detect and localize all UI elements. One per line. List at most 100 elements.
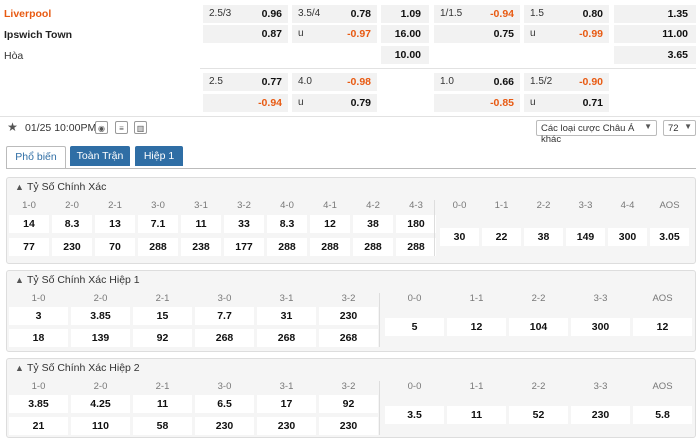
- draw-score-odds[interactable]: 22: [482, 228, 521, 246]
- home-score-odds[interactable]: 14: [9, 215, 49, 233]
- draw-score-odds[interactable]: 52: [509, 406, 568, 424]
- 1x2-draw-odds[interactable]: 10.00: [381, 46, 429, 64]
- ou2-h1-under-odds[interactable]: u 0.71: [524, 94, 609, 112]
- 1x2-home-odds[interactable]: 1.09: [381, 5, 429, 23]
- home-score-odds[interactable]: 4.25: [71, 395, 130, 413]
- home-score-odds[interactable]: 180: [396, 215, 436, 233]
- ou-under-odds[interactable]: u -0.97: [292, 25, 377, 43]
- draw-score-odds[interactable]: 230: [571, 406, 630, 424]
- home-score-odds[interactable]: 230: [319, 307, 378, 325]
- away-score-odds[interactable]: 230: [319, 417, 378, 435]
- draw-score-odds[interactable]: 3.5: [385, 406, 444, 424]
- draw-score-odds[interactable]: 300: [608, 228, 647, 246]
- away-score-odds[interactable]: 268: [319, 329, 378, 347]
- tab-full-match[interactable]: Toàn Trận: [70, 146, 130, 166]
- section-header[interactable]: ▲ Tỷ Số Chính Xác: [15, 181, 106, 193]
- draw-score-odds[interactable]: 300: [571, 318, 630, 336]
- away-score-odds[interactable]: 288: [267, 238, 307, 256]
- draw-score-odds[interactable]: 11: [447, 406, 506, 424]
- away-score-odds[interactable]: 58: [133, 417, 192, 435]
- away-score-odds[interactable]: 70: [95, 238, 135, 256]
- home-score-odds[interactable]: 8.3: [52, 215, 92, 233]
- home-score-odds[interactable]: 7.1: [138, 215, 178, 233]
- 1x2-h1-draw-odds[interactable]: 3.65: [614, 46, 696, 64]
- home-score-odds[interactable]: 13: [95, 215, 135, 233]
- away-score-odds[interactable]: 230: [195, 417, 254, 435]
- star-icon[interactable]: ★: [6, 121, 19, 134]
- away-team-name: Ipswich Town: [4, 29, 73, 41]
- ou2-over-odds[interactable]: 4.0 -0.98: [292, 73, 377, 91]
- away-score-odds[interactable]: 18: [9, 329, 68, 347]
- away-score-odds[interactable]: 92: [133, 329, 192, 347]
- hdp-h1-home-odds[interactable]: 1/1.5 -0.94: [434, 5, 520, 23]
- 1x2-h1-away-odds[interactable]: 11.00: [614, 25, 696, 43]
- home-score-odds[interactable]: 11: [133, 395, 192, 413]
- 1x2-h1-home-odds[interactable]: 1.35: [614, 5, 696, 23]
- hdp-away-odds[interactable]: 0.87: [203, 25, 288, 43]
- section-header[interactable]: ▲ Tỷ Số Chính Xác Hiệp 2: [15, 362, 140, 374]
- home-score-odds[interactable]: 15: [133, 307, 192, 325]
- away-score-odds[interactable]: 177: [224, 238, 264, 256]
- away-score-odds[interactable]: 288: [138, 238, 178, 256]
- tab-popular[interactable]: Phổ biến: [6, 146, 66, 169]
- away-score-odds[interactable]: 230: [52, 238, 92, 256]
- draw-score-odds[interactable]: 38: [524, 228, 563, 246]
- away-score-odds[interactable]: 77: [9, 238, 49, 256]
- away-score-odds[interactable]: 110: [71, 417, 130, 435]
- scoreboard-icon[interactable]: ≡: [115, 121, 128, 134]
- 1x2-away-odds[interactable]: 16.00: [381, 25, 429, 43]
- hdp2-h1-home-odds[interactable]: 1.0 0.66: [434, 73, 520, 91]
- home-score-odds[interactable]: 11: [181, 215, 221, 233]
- away-score-odds[interactable]: 288: [353, 238, 393, 256]
- home-team-name[interactable]: Liverpool: [4, 8, 51, 20]
- away-score-odds[interactable]: 230: [257, 417, 316, 435]
- home-score-odds[interactable]: 92: [319, 395, 378, 413]
- home-score-odds[interactable]: 7.7: [195, 307, 254, 325]
- away-score-odds[interactable]: 288: [396, 238, 436, 256]
- draw-score-odds[interactable]: 3.05: [650, 228, 689, 246]
- draw-score-odds[interactable]: 5.8: [633, 406, 692, 424]
- home-score-odds[interactable]: 8.3: [267, 215, 307, 233]
- ou2-h1-over-odds[interactable]: 1.5/2 -0.90: [524, 73, 609, 91]
- away-score-odds[interactable]: 21: [9, 417, 68, 435]
- odds-value: 0.75: [493, 28, 514, 40]
- ou-over-odds[interactable]: 3.5/4 0.78: [292, 5, 377, 23]
- home-score-odds[interactable]: 17: [257, 395, 316, 413]
- correct-score-section: ▲ Tỷ Số Chính Xác 1-0 14 77 2-0 8.3 230 2-1 13 70…: [6, 177, 696, 264]
- camera-icon[interactable]: ◉: [95, 121, 108, 134]
- bet-type-select[interactable]: Các loại cược Châu Á khác ▼: [536, 120, 657, 145]
- tab-half-1[interactable]: Hiệp 1: [135, 146, 183, 166]
- away-score-odds[interactable]: 288: [310, 238, 350, 256]
- away-score-odds[interactable]: 139: [71, 329, 130, 347]
- market-count-select[interactable]: 72 ▼: [663, 120, 696, 136]
- hdp2-away-odds[interactable]: -0.94: [203, 94, 288, 112]
- draw-score-odds[interactable]: 12: [447, 318, 506, 336]
- away-score-odds[interactable]: 238: [181, 238, 221, 256]
- odds-value: -0.94: [490, 8, 514, 20]
- home-score-odds[interactable]: 33: [224, 215, 264, 233]
- away-score-odds[interactable]: 268: [195, 329, 254, 347]
- home-score-odds[interactable]: 31: [257, 307, 316, 325]
- section-header[interactable]: ▲ Tỷ Số Chính Xác Hiệp 1: [15, 274, 140, 286]
- home-score-odds[interactable]: 3: [9, 307, 68, 325]
- home-score-odds[interactable]: 3.85: [9, 395, 68, 413]
- score-header: 3-1: [279, 381, 294, 392]
- draw-score-odds[interactable]: 12: [633, 318, 692, 336]
- hdp-home-odds[interactable]: 2.5/3 0.96: [203, 5, 288, 23]
- draw-score-odds[interactable]: 104: [509, 318, 568, 336]
- hdp-h1-away-odds[interactable]: 0.75: [434, 25, 520, 43]
- hdp2-h1-away-odds[interactable]: -0.85: [434, 94, 520, 112]
- home-score-odds[interactable]: 12: [310, 215, 350, 233]
- ou-h1-over-odds[interactable]: 1.5 0.80: [524, 5, 609, 23]
- stats-chart-icon[interactable]: ▥: [134, 121, 147, 134]
- draw-score-odds[interactable]: 5: [385, 318, 444, 336]
- away-score-odds[interactable]: 268: [257, 329, 316, 347]
- draw-score-odds[interactable]: 149: [566, 228, 605, 246]
- ou2-under-odds[interactable]: u 0.79: [292, 94, 377, 112]
- home-score-odds[interactable]: 3.85: [71, 307, 130, 325]
- hdp2-home-odds[interactable]: 2.5 0.77: [203, 73, 288, 91]
- home-score-odds[interactable]: 6.5: [195, 395, 254, 413]
- home-score-odds[interactable]: 38: [353, 215, 393, 233]
- ou-h1-under-odds[interactable]: u -0.99: [524, 25, 609, 43]
- draw-score-odds[interactable]: 30: [440, 228, 479, 246]
